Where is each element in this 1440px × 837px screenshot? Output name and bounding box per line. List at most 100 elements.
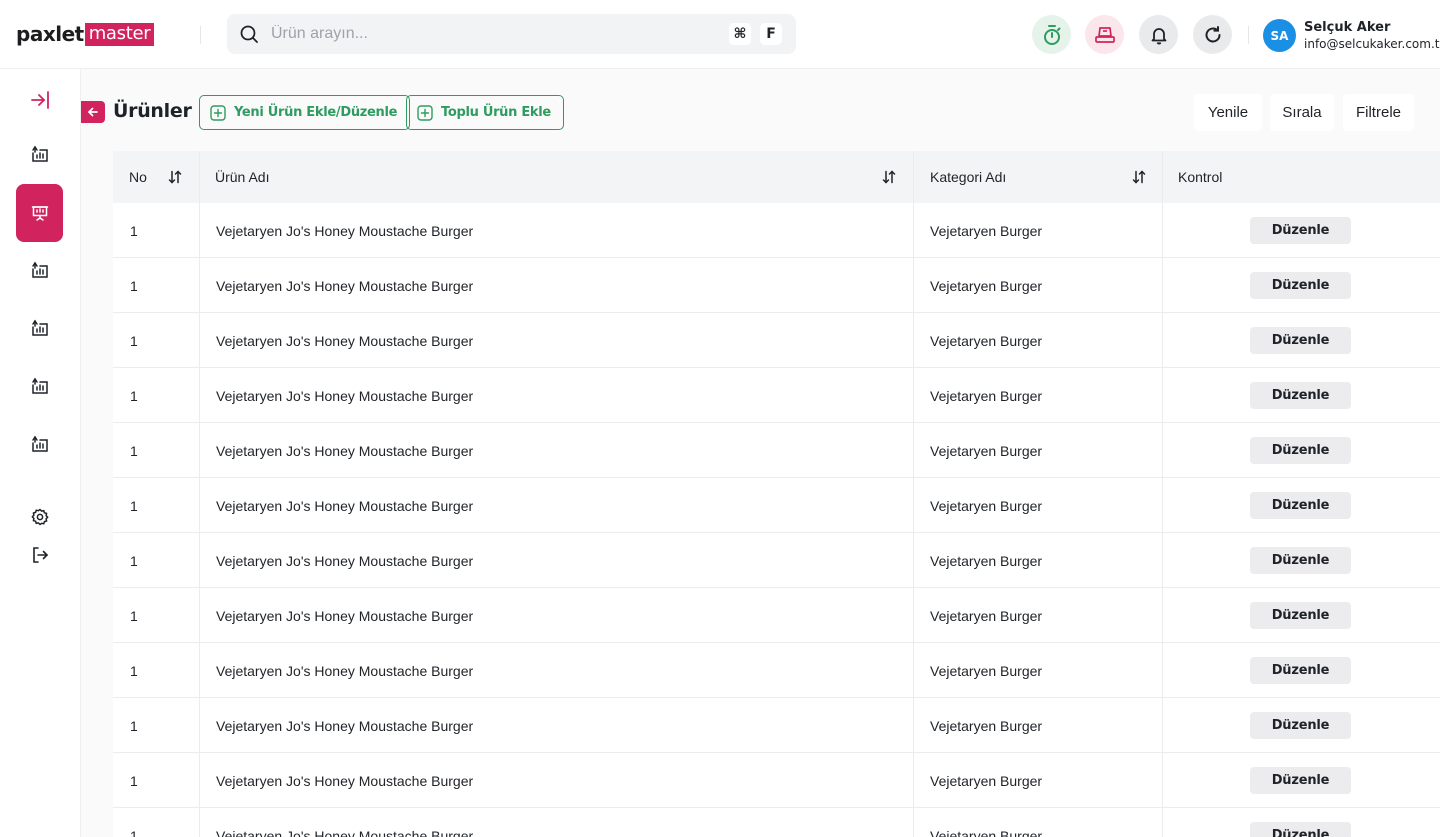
cell-no: 1: [130, 552, 138, 569]
sort-icon[interactable]: [1131, 169, 1147, 185]
column-divider: [199, 588, 200, 642]
cell-product-name: Vejetaryen Jo's Honey Moustache Burger: [216, 717, 474, 734]
edit-button[interactable]: Düzenle: [1250, 217, 1351, 244]
cell-category-name: Vejetaryen Burger: [930, 717, 1043, 734]
edit-button[interactable]: Düzenle: [1250, 437, 1351, 464]
cell-product-name: Vejetaryen Jo's Honey Moustache Burger: [216, 442, 474, 459]
sidebar-item-reports-4[interactable]: [16, 362, 64, 410]
cell-product-name: Vejetaryen Jo's Honey Moustache Burger: [216, 277, 474, 294]
add-edit-product-button[interactable]: Yeni Ürün Ekle/Düzenle: [199, 95, 411, 130]
settings-icon: [31, 508, 49, 526]
sidebar-item-reports-1[interactable]: [16, 130, 64, 178]
column-divider: [199, 423, 200, 477]
edit-button[interactable]: Düzenle: [1250, 272, 1351, 299]
cell-category-name: Vejetaryen Burger: [930, 552, 1043, 569]
search-icon: [240, 25, 258, 43]
column-divider: [913, 423, 914, 477]
header-divider: [1248, 26, 1249, 44]
column-divider: [1162, 258, 1163, 312]
search-input[interactable]: [271, 14, 711, 54]
column-header-category[interactable]: Kategori Adı: [930, 151, 1006, 203]
sidebar-toggle[interactable]: [16, 76, 64, 124]
column-divider: [1162, 808, 1163, 837]
edit-button[interactable]: Düzenle: [1250, 602, 1351, 629]
sidebar-item-logout[interactable]: [16, 531, 64, 579]
column-divider: [1162, 588, 1163, 642]
notifications-button[interactable]: [1139, 15, 1178, 54]
chart-icon: [32, 435, 48, 452]
cell-category-name: Vejetaryen Burger: [930, 772, 1043, 789]
edit-button[interactable]: Düzenle: [1250, 327, 1351, 354]
column-divider: [1162, 151, 1163, 203]
cell-category-name: Vejetaryen Burger: [930, 442, 1043, 459]
table-row: 1 Vejetaryen Jo's Honey Moustache Burger…: [113, 753, 1440, 808]
column-divider: [913, 478, 914, 532]
table-body: 1 Vejetaryen Jo's Honey Moustache Burger…: [113, 203, 1440, 837]
sort-icon[interactable]: [881, 169, 897, 185]
arrow-left-icon: [87, 107, 98, 117]
sidebar-item-reports-3[interactable]: [16, 304, 64, 352]
cell-category-name: Vejetaryen Burger: [930, 332, 1043, 349]
column-divider: [913, 203, 914, 257]
table-header: No Ürün Adı Kategori Adı Kontrol: [113, 151, 1440, 203]
column-divider: [913, 808, 914, 837]
column-divider: [1162, 698, 1163, 752]
chart-icon: [32, 377, 48, 394]
search-bar[interactable]: ⌘ F: [227, 14, 796, 54]
logo-text-badge: master: [84, 22, 155, 46]
filter-button[interactable]: Filtrele: [1343, 94, 1414, 131]
cell-category-name: Vejetaryen Burger: [930, 222, 1043, 239]
column-divider: [1162, 478, 1163, 532]
products-table: No Ürün Adı Kategori Adı Kontrol 1 Vejet…: [113, 151, 1440, 837]
back-button[interactable]: [81, 101, 105, 123]
avatar[interactable]: SA: [1263, 19, 1296, 52]
edit-button[interactable]: Düzenle: [1250, 657, 1351, 684]
timer-button[interactable]: [1032, 15, 1071, 54]
cell-category-name: Vejetaryen Burger: [930, 607, 1043, 624]
cell-product-name: Vejetaryen Jo's Honey Moustache Burger: [216, 552, 474, 569]
column-divider: [199, 478, 200, 532]
cell-no: 1: [130, 772, 138, 789]
sidebar-item-reports-5[interactable]: [16, 420, 64, 468]
table-row: 1 Vejetaryen Jo's Honey Moustache Burger…: [113, 533, 1440, 588]
column-divider: [913, 698, 914, 752]
column-divider: [913, 753, 914, 807]
column-header-no[interactable]: No: [129, 151, 147, 203]
column-divider: [1162, 533, 1163, 587]
column-header-product[interactable]: Ürün Adı: [215, 151, 269, 203]
sort-button[interactable]: Sırala: [1270, 94, 1334, 131]
refresh-list-button[interactable]: Yenile: [1194, 94, 1262, 131]
scale-button[interactable]: [1085, 15, 1124, 54]
logout-icon: [33, 547, 49, 563]
cell-no: 1: [130, 332, 138, 349]
sidebar-item-products[interactable]: [16, 184, 63, 242]
column-divider: [913, 643, 914, 697]
cell-no: 1: [130, 277, 138, 294]
table-row: 1 Vejetaryen Jo's Honey Moustache Burger…: [113, 258, 1440, 313]
column-header-control: Kontrol: [1178, 169, 1223, 185]
column-divider: [913, 258, 914, 312]
plus-square-icon: [210, 104, 226, 121]
cell-no: 1: [130, 717, 138, 734]
sort-icon[interactable]: [167, 169, 183, 185]
logo-text-primary: paxlet: [16, 22, 84, 46]
edit-button[interactable]: Düzenle: [1250, 547, 1351, 574]
cell-category-name: Vejetaryen Burger: [930, 497, 1043, 514]
edit-button[interactable]: Düzenle: [1250, 712, 1351, 739]
edit-button[interactable]: Düzenle: [1250, 822, 1351, 837]
column-divider: [199, 151, 200, 203]
edit-button[interactable]: Düzenle: [1250, 767, 1351, 794]
refresh-button[interactable]: [1193, 15, 1232, 54]
column-divider: [199, 313, 200, 367]
cell-no: 1: [130, 387, 138, 404]
column-divider: [1162, 423, 1163, 477]
column-divider: [1162, 368, 1163, 422]
table-row: 1 Vejetaryen Jo's Honey Moustache Burger…: [113, 203, 1440, 258]
edit-button[interactable]: Düzenle: [1250, 492, 1351, 519]
brand-logo[interactable]: paxlet master: [16, 22, 155, 46]
bulk-add-product-button[interactable]: Toplu Ürün Ekle: [406, 95, 564, 130]
edit-button[interactable]: Düzenle: [1250, 382, 1351, 409]
column-divider: [1162, 203, 1163, 257]
table-row: 1 Vejetaryen Jo's Honey Moustache Burger…: [113, 588, 1440, 643]
sidebar-item-reports-2[interactable]: [16, 246, 64, 294]
